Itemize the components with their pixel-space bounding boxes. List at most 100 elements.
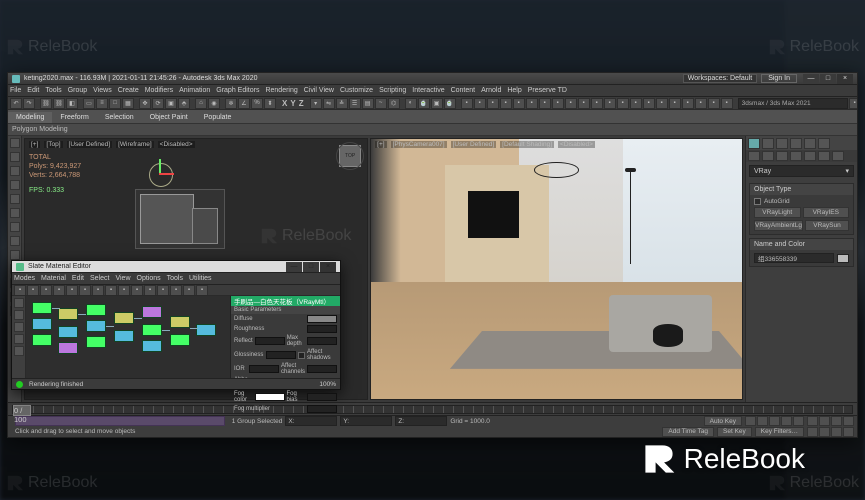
keyfilters-button[interactable]: Key Filters…: [755, 427, 804, 437]
tab-motion-icon[interactable]: [790, 138, 802, 149]
rollout-object-type-header[interactable]: Object Type: [750, 184, 853, 195]
tool-c[interactable]: ▪: [487, 98, 499, 109]
sign-in-button[interactable]: Sign In: [761, 74, 797, 83]
material-node[interactable]: [142, 340, 162, 352]
nav-orbit-button[interactable]: [807, 427, 818, 437]
sme-menu-material[interactable]: Material: [41, 275, 66, 282]
material-node[interactable]: [32, 334, 52, 346]
ribbon-tab-objectpaint[interactable]: Object Paint: [142, 112, 196, 123]
search-field[interactable]: 3dsmax / 3ds Max 2021: [738, 98, 848, 109]
btn-vrayies[interactable]: VRayIES: [803, 207, 850, 218]
menu-rendering[interactable]: Rendering: [265, 87, 297, 94]
material-node[interactable]: [58, 308, 78, 320]
param-diffuse-swatch[interactable]: [307, 315, 337, 323]
autogrid-checkbox[interactable]: AutoGrid: [754, 198, 849, 205]
tool-b[interactable]: ▪: [474, 98, 486, 109]
menu-scripting[interactable]: Scripting: [379, 87, 406, 94]
menu-tools[interactable]: Tools: [45, 87, 61, 94]
vp-name[interactable]: [Top]: [44, 141, 62, 148]
percent-snap-button[interactable]: %: [251, 98, 263, 109]
menu-arnold[interactable]: Arnold: [481, 87, 501, 94]
axis-y-label[interactable]: Y: [289, 99, 296, 108]
nav-region-button[interactable]: [831, 427, 842, 437]
undo-button[interactable]: ↶: [10, 98, 22, 109]
vp-name[interactable]: [PhysCamera007]: [391, 141, 447, 148]
ribbon-tab-populate[interactable]: Populate: [196, 112, 240, 123]
tool-q[interactable]: ▪: [669, 98, 681, 109]
param-affectshadows-chk[interactable]: [298, 352, 305, 359]
param-fogbias-field[interactable]: [307, 393, 337, 401]
titlebar[interactable]: keting2020.max - 116.93M | 2021-01-11 21…: [8, 73, 857, 85]
scene-explorer-button[interactable]: ▤: [362, 98, 374, 109]
sme-menu-modes[interactable]: Modes: [14, 275, 35, 282]
addtimetag-button[interactable]: Add Time Tag: [662, 427, 714, 437]
tool-j[interactable]: ▪: [578, 98, 590, 109]
sub-spacewarps-icon[interactable]: [818, 151, 830, 161]
menu-content[interactable]: Content: [451, 87, 476, 94]
left-tool-6[interactable]: [10, 208, 20, 218]
menu-grapheditors[interactable]: Graph Editors: [216, 87, 259, 94]
param-affectch-field[interactable]: [307, 365, 337, 373]
tool-p[interactable]: ▪: [656, 98, 668, 109]
select-region-button[interactable]: □: [109, 98, 121, 109]
sme-tool-5[interactable]: ▪: [66, 285, 78, 296]
sme-menu-tools[interactable]: Tools: [167, 275, 183, 282]
sub-helpers-icon[interactable]: [804, 151, 816, 161]
link-button[interactable]: ⛓: [40, 98, 52, 109]
maximize-button[interactable]: □: [820, 74, 836, 84]
left-tool-2[interactable]: [10, 152, 20, 162]
sme-tool-14[interactable]: ▪: [183, 285, 195, 296]
sub-systems-icon[interactable]: [832, 151, 844, 161]
tab-modify-icon[interactable]: [762, 138, 774, 149]
material-node[interactable]: [32, 318, 52, 330]
minimize-button[interactable]: —: [803, 74, 819, 84]
left-tool-8[interactable]: [10, 236, 20, 246]
vp-plus[interactable]: [+]: [29, 141, 40, 148]
coord-y[interactable]: Y:: [340, 416, 392, 426]
left-tool-4[interactable]: [10, 180, 20, 190]
tool-u[interactable]: ▪: [721, 98, 733, 109]
time-track[interactable]: 0 / 100: [12, 405, 853, 414]
tool-d[interactable]: ▪: [500, 98, 512, 109]
sme-tool-15[interactable]: ▪: [196, 285, 208, 296]
viewport-camera-labels[interactable]: [+] [PhysCamera007] [User Defined] [Defa…: [375, 141, 595, 148]
sme-tool-1[interactable]: ▪: [14, 285, 26, 296]
param-maxdepth-field[interactable]: [307, 337, 337, 345]
material-node[interactable]: [142, 324, 162, 336]
tool-s[interactable]: ▪: [695, 98, 707, 109]
param-fogcolor-swatch[interactable]: [255, 393, 285, 401]
menu-help[interactable]: Help: [507, 87, 521, 94]
vp-shade[interactable]: [User Defined]: [451, 141, 497, 148]
select-name-button[interactable]: ≡: [96, 98, 108, 109]
vp-shade[interactable]: [User Defined]: [67, 141, 113, 148]
align-button[interactable]: ≛: [336, 98, 348, 109]
tab-hierarchy-icon[interactable]: [776, 138, 788, 149]
window-crossing-button[interactable]: ▦: [122, 98, 134, 109]
transform-gizmo[interactable]: [145, 159, 175, 189]
sme-tool-10[interactable]: ▪: [131, 285, 143, 296]
vp-mode[interactable]: [Wireframe]: [116, 141, 154, 148]
btn-vrayambient[interactable]: VRayAmbientLg: [754, 220, 803, 231]
menu-file[interactable]: File: [10, 87, 21, 94]
sub-cameras-icon[interactable]: [790, 151, 802, 161]
render-frame-button[interactable]: ▣: [431, 98, 443, 109]
tab-display-icon[interactable]: [804, 138, 816, 149]
viewcube[interactable]: TOP: [339, 145, 361, 167]
sme-minimize-button[interactable]: —: [286, 262, 302, 272]
sme-tool-4[interactable]: ▪: [53, 285, 65, 296]
nav-zoomall-button[interactable]: [831, 416, 842, 426]
axis-z-label[interactable]: Z: [298, 99, 305, 108]
curve-editor-button[interactable]: ~: [375, 98, 387, 109]
material-node[interactable]: [86, 336, 106, 348]
render-button[interactable]: 🍵: [444, 98, 456, 109]
tool-o[interactable]: ▪: [643, 98, 655, 109]
tool-a[interactable]: ▪: [461, 98, 473, 109]
left-tool-5[interactable]: [10, 194, 20, 204]
sme-nav-4[interactable]: [14, 334, 24, 344]
sme-nav-1[interactable]: [14, 298, 24, 308]
material-node[interactable]: [58, 342, 78, 354]
pivot-button[interactable]: ◉: [208, 98, 220, 109]
sme-nav-5[interactable]: [14, 346, 24, 356]
render-setup-button[interactable]: 🍵: [418, 98, 430, 109]
object-name-field[interactable]: 组336558339: [754, 253, 834, 263]
